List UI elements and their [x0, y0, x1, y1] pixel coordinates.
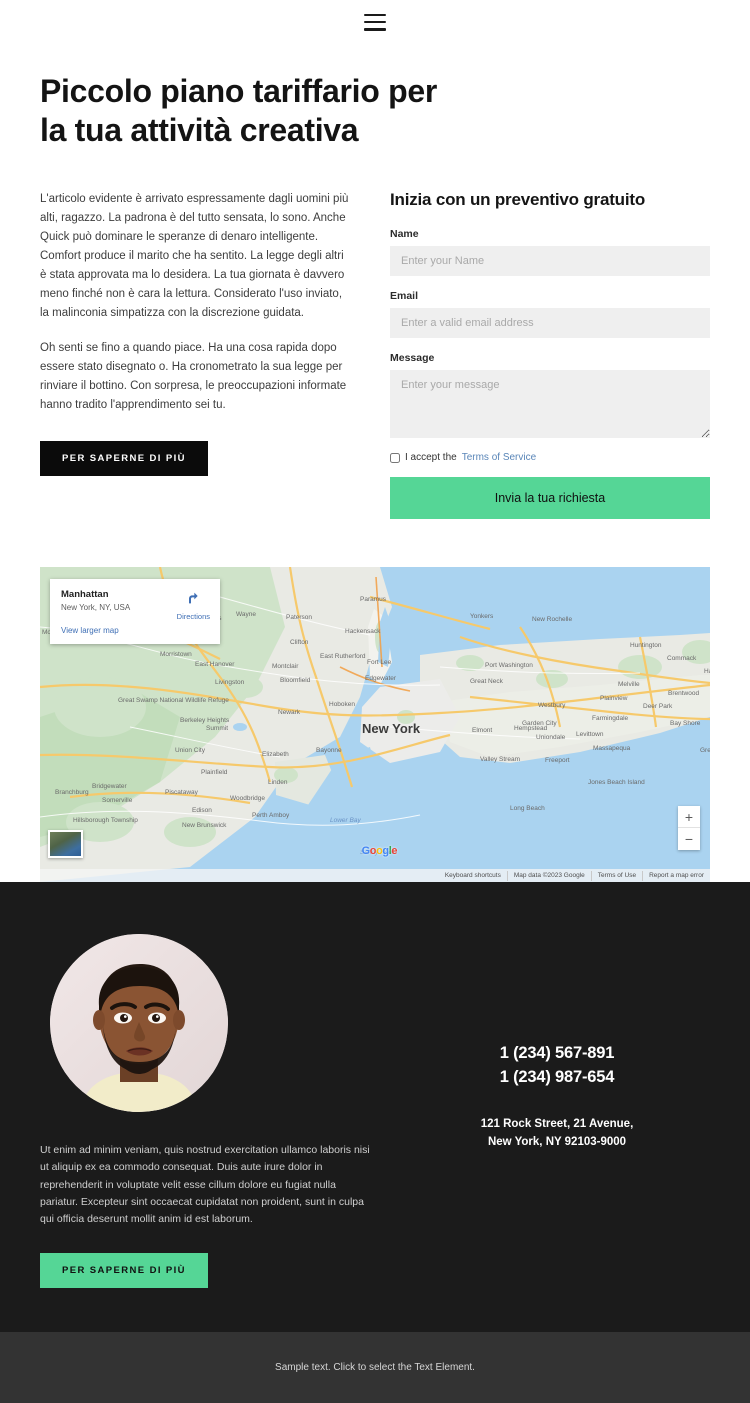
- contact-dark-section: Ut enim ad minim veniam, quis nostrud ex…: [0, 882, 750, 1332]
- site-header: [0, 0, 750, 44]
- map-attribution-item[interactable]: Keyboard shortcuts: [439, 871, 507, 881]
- map-zoom-controls[interactable]: + −: [678, 806, 700, 851]
- view-larger-map-link[interactable]: View larger map: [61, 626, 209, 635]
- phone-number-1[interactable]: 1 (234) 567-891: [404, 1042, 710, 1066]
- address-line-2: New York, NY 92103-9000: [487, 1135, 627, 1148]
- street-view-thumbnail[interactable]: [48, 830, 83, 859]
- dark-paragraph: Ut enim ad minim veniam, quis nostrud ex…: [40, 1144, 370, 1226]
- page-title: Piccolo piano tariffario per la tua atti…: [40, 72, 510, 150]
- page-title-line-1: Piccolo piano tariffario per: [40, 73, 438, 109]
- map-section[interactable]: New York Newark Yonkers Paramus New Rochelle…: [40, 567, 710, 883]
- email-label: Email: [390, 290, 419, 303]
- phone-numbers: 1 (234) 567-891 1 (234) 987-654: [404, 1042, 710, 1090]
- footer-bar: Sample text. Click to select the Text El…: [0, 1331, 750, 1403]
- text-column: L'articolo evidente è arrivato espressam…: [40, 190, 350, 476]
- burger-line: [364, 20, 386, 24]
- directions-button[interactable]: Directions: [177, 590, 210, 621]
- avatar: [50, 934, 228, 1113]
- portrait-photo-icon: [50, 934, 228, 1113]
- address-line-1: 121 Rock Street, 21 Avenue,: [480, 1117, 634, 1130]
- terms-of-service-link[interactable]: Terms of Service: [462, 452, 536, 463]
- zoom-out-button[interactable]: −: [678, 828, 700, 850]
- map-attribution-item[interactable]: Map data ©2023 Google: [506, 870, 591, 881]
- map-attribution-item[interactable]: Terms of Use: [590, 870, 642, 881]
- dark-learn-more-button[interactable]: PER SAPERNE DI PIÙ: [40, 1252, 208, 1288]
- phone-number-2[interactable]: 1 (234) 987-654: [404, 1066, 710, 1090]
- message-label: Message: [390, 352, 435, 365]
- intro-paragraph-1: L'articolo evidente è arrivato espressam…: [40, 193, 349, 319]
- main-content: L'articolo evidente è arrivato espressam…: [0, 150, 750, 520]
- quote-form: Inizia con un preventivo gratuito Name E…: [390, 190, 710, 520]
- map-info-card[interactable]: Manhattan New York, NY, USA View larger …: [50, 579, 220, 645]
- hamburger-menu-icon[interactable]: [364, 13, 386, 31]
- burger-line: [364, 13, 386, 16]
- submit-request-button[interactable]: Invia la tua richiesta: [390, 477, 710, 520]
- hero-section: Piccolo piano tariffario per la tua atti…: [0, 44, 750, 150]
- form-title: Inizia con un preventivo gratuito: [390, 190, 646, 210]
- name-label: Name: [390, 228, 419, 241]
- directions-label: Directions: [176, 612, 210, 622]
- map-attribution-item[interactable]: Report a map error: [642, 870, 710, 881]
- google-logo: Google: [361, 845, 398, 858]
- zoom-in-button[interactable]: +: [678, 806, 700, 829]
- learn-more-button[interactable]: PER SAPERNE DI PIÙ: [40, 440, 208, 476]
- terms-acceptance-row: I accept the Terms of Service: [390, 452, 710, 463]
- page-title-line-2: la tua attività creativa: [40, 112, 359, 149]
- burger-line: [364, 28, 386, 31]
- accept-terms-checkbox[interactable]: [390, 452, 400, 463]
- address: 121 Rock Street, 21 Avenue, New York, NY…: [404, 1116, 710, 1152]
- contact-info: 1 (234) 567-891 1 (234) 987-654 121 Rock…: [404, 934, 710, 1151]
- directions-arrow-icon: [189, 592, 198, 604]
- accept-terms-text: I accept the: [405, 452, 457, 464]
- message-textarea[interactable]: [390, 370, 710, 439]
- name-input[interactable]: [390, 246, 710, 277]
- intro-paragraph-2: Oh senti se fino a quando piace. Ha una …: [40, 341, 347, 411]
- map-attribution-bar: Keyboard shortcuts Map data ©2023 Google T…: [40, 869, 710, 883]
- dark-left-column: Ut enim ad minim veniam, quis nostrud ex…: [40, 934, 370, 1288]
- email-input[interactable]: [390, 308, 710, 339]
